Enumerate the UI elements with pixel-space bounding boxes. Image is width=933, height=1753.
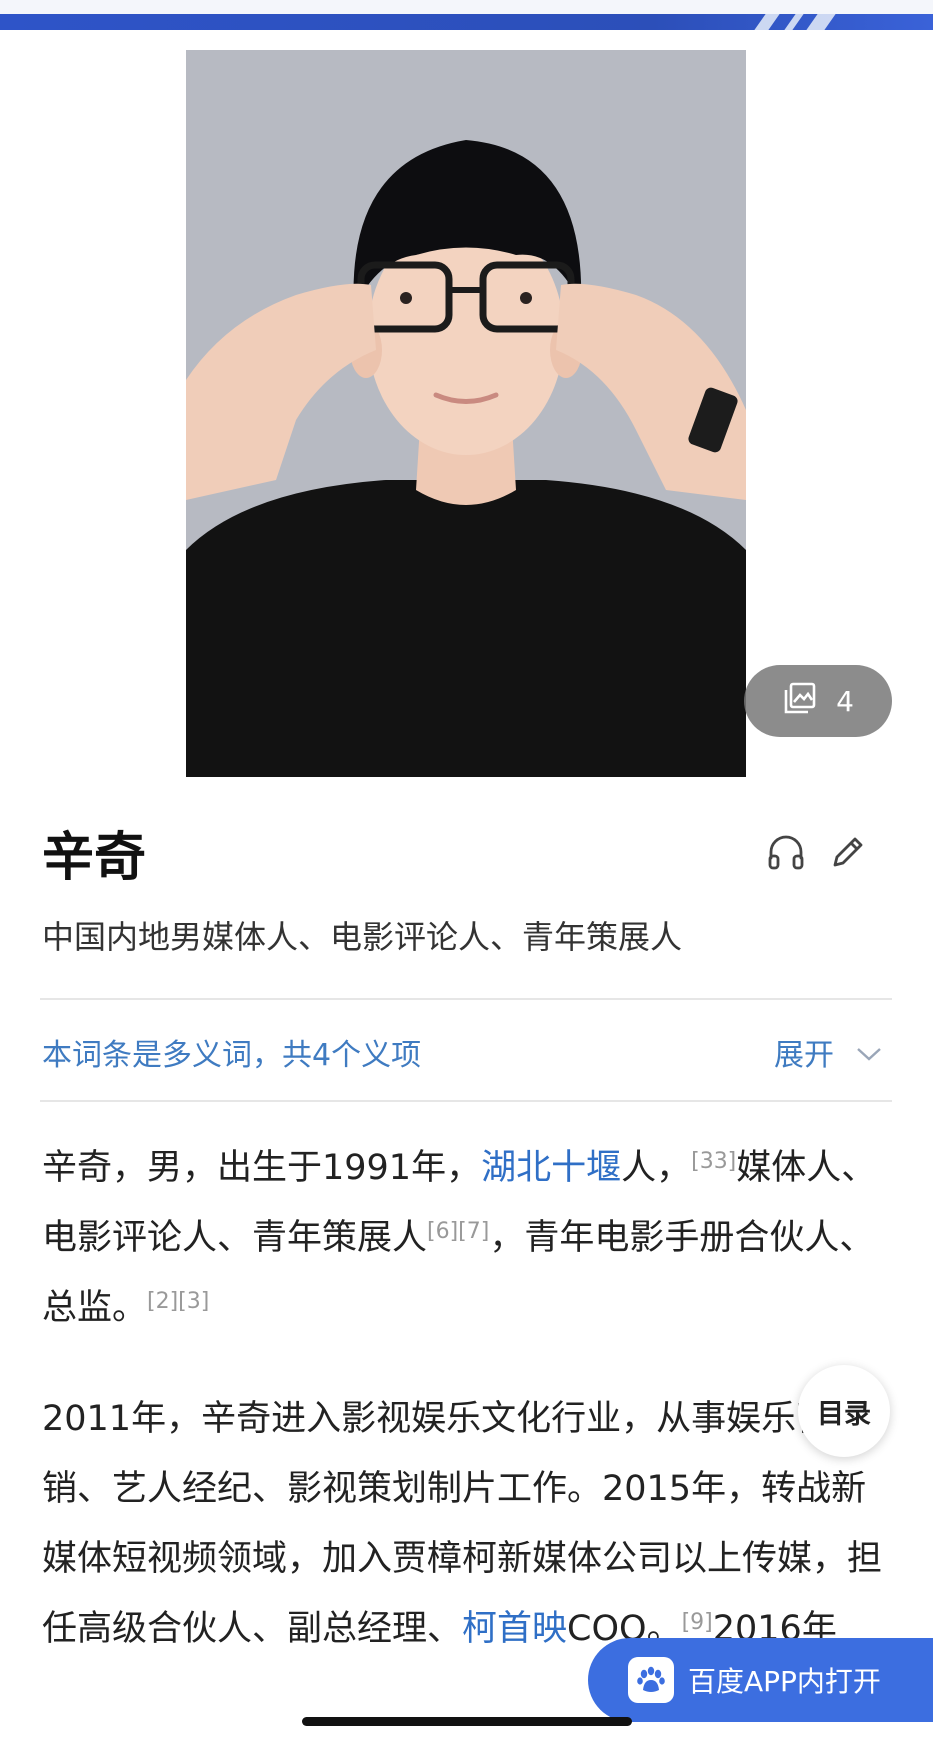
open-in-app-button[interactable]: 百度APP内打开 (588, 1638, 933, 1722)
banner-decoration (806, 14, 836, 30)
home-indicator (302, 1717, 632, 1726)
entry-photo[interactable] (186, 50, 746, 777)
pencil-icon (826, 837, 870, 878)
entry-title: 辛奇 (42, 828, 147, 888)
open-in-app-label: 百度APP内打开 (688, 1665, 881, 1698)
citation[interactable]: [6][7] (427, 1219, 489, 1244)
link-hubei-shiyan[interactable]: 湖北十堰 (481, 1148, 621, 1188)
gallery-count: 4 (836, 684, 854, 718)
edit-button[interactable] (826, 830, 870, 874)
career-paragraph: 2011年，辛奇进入影视娱乐文化行业，从事娱乐营销、艺人经纪、影视策划制片工作。… (42, 1399, 883, 1649)
top-banner (0, 0, 933, 30)
banner-decoration (754, 14, 780, 30)
expand-button[interactable]: 展开 (774, 1030, 882, 1074)
entry-subtitle: 中国内地男媒体人、电影评论人、青年策展人 (42, 918, 683, 956)
image-gallery-icon (782, 680, 818, 723)
citation[interactable]: [2][3] (147, 1289, 209, 1314)
divider (40, 998, 892, 1000)
toc-button[interactable]: 目录 (798, 1365, 890, 1457)
link-ke-shouying[interactable]: 柯首映 (462, 1609, 567, 1649)
citation[interactable]: [33] (691, 1149, 736, 1174)
headphones-icon (764, 835, 808, 878)
chevron-down-icon (856, 1035, 882, 1070)
summary-paragraph: 辛奇，男，出生于1991年，湖北十堰人，[33]媒体人、电影评论人、青年策展人[… (42, 1148, 877, 1328)
listen-button[interactable] (764, 830, 808, 874)
divider (40, 1100, 892, 1102)
polysemy-notice[interactable]: 本词条是多义词，共4个义项 (42, 1030, 421, 1074)
citation[interactable]: [9] (682, 1610, 713, 1635)
expand-label: 展开 (774, 1038, 834, 1073)
baidu-paw-icon (628, 1657, 674, 1703)
portrait-illustration (186, 50, 746, 777)
banner-decoration (784, 14, 804, 30)
gallery-button[interactable]: 4 (744, 665, 892, 737)
